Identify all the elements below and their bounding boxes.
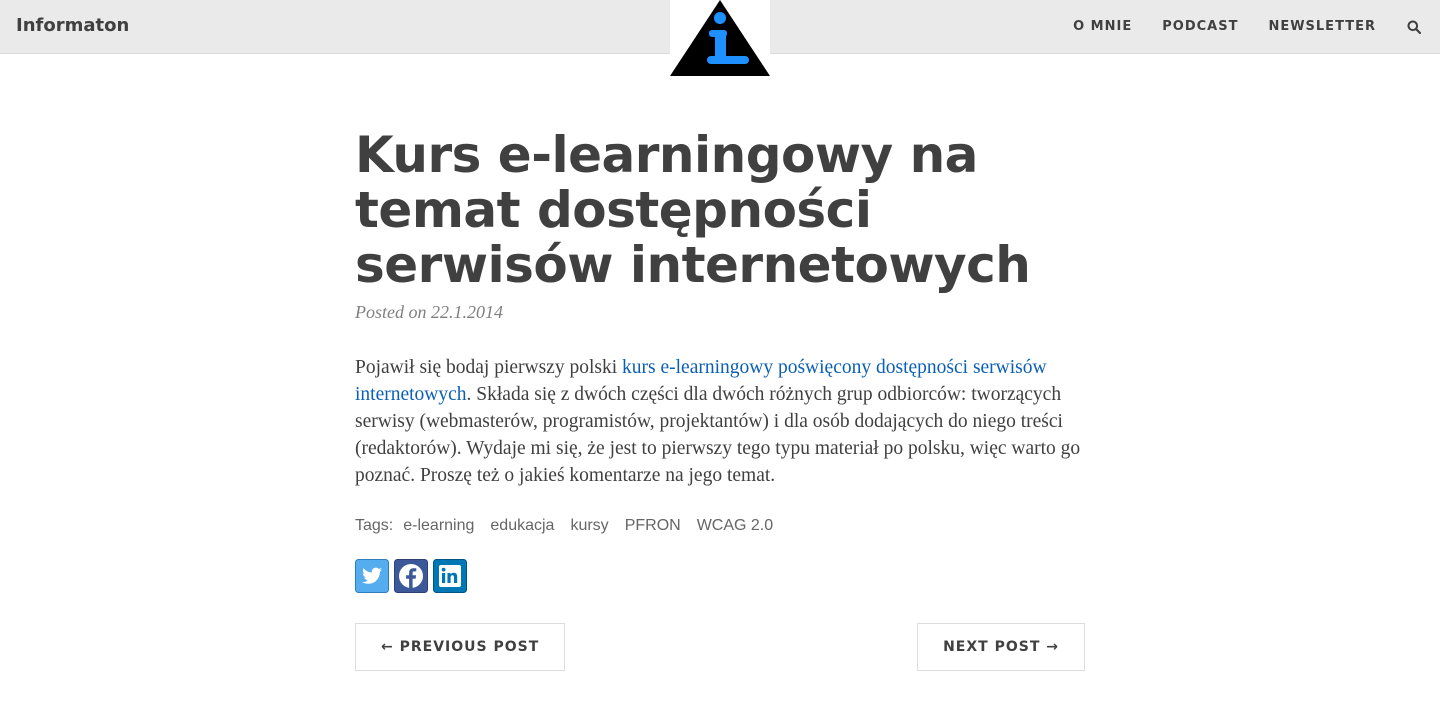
post-pager: ← PREVIOUS POST NEXT POST → [355, 623, 1085, 671]
linkedin-icon [433, 559, 467, 593]
share-buttons [355, 559, 1085, 593]
nav-item-o-mnie[interactable]: O MNIE [1073, 19, 1132, 34]
post-date: Posted on 22.1.2014 [355, 302, 503, 322]
post-title: Kurs e-learningowy na temat dostępności … [355, 126, 1031, 294]
brand-link[interactable]: Informaton [16, 15, 129, 36]
tag-link[interactable]: e-learning [403, 517, 474, 535]
search-icon [1407, 20, 1421, 34]
main-nav: O MNIE PODCAST NEWSLETTER [1073, 0, 1440, 53]
nav-item-podcast[interactable]: PODCAST [1162, 19, 1238, 34]
post-article: Kurs e-learningowy na temat dostępności … [355, 128, 1085, 671]
tag-link[interactable]: WCAG 2.0 [697, 517, 773, 535]
search-button[interactable] [1406, 19, 1422, 35]
twitter-icon [355, 559, 389, 593]
share-facebook-button[interactable] [394, 559, 428, 593]
tag-link[interactable]: PFRON [625, 517, 681, 535]
previous-post-button[interactable]: ← PREVIOUS POST [355, 623, 566, 671]
tag-link[interactable]: edukacja [490, 517, 554, 535]
share-twitter-button[interactable] [355, 559, 389, 593]
share-linkedin-button[interactable] [433, 559, 467, 593]
facebook-icon [394, 559, 428, 593]
top-navbar: Informaton O MNIE PODCAST NEWSLETTER [0, 0, 1440, 76]
body-text-start: Pojawił się bodaj pierwszy polski [355, 357, 623, 378]
tags-label: Tags: [355, 517, 394, 534]
post-tags: Tags: e-learning edukacja kursy PFRON WC… [355, 517, 1085, 535]
post-body: Pojawił się bodaj pierwszy polski kurs e… [355, 354, 1085, 489]
next-post-button[interactable]: NEXT POST → [917, 623, 1085, 671]
nav-item-newsletter[interactable]: NEWSLETTER [1268, 19, 1376, 34]
site-logo[interactable] [670, 0, 770, 76]
tag-link[interactable]: kursy [570, 517, 608, 535]
info-triangle-logo-icon [670, 0, 770, 76]
